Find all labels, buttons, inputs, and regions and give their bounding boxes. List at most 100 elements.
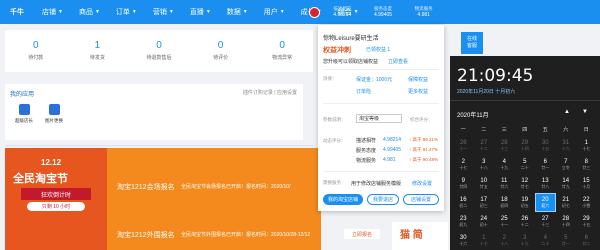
- calendar-day[interactable]: 15 十月: [576, 174, 597, 193]
- order-insurance-link[interactable]: 订单险: [356, 88, 371, 95]
- nav-item-shop[interactable]: 店铺 ▼: [34, 0, 71, 24]
- calendar-day[interactable]: 29 十四: [515, 136, 536, 155]
- top-nav: 千牛 店铺▼ 商品▼ 订单▼ 营销▼ 直播▼ 数据▼ 用户▼ 成长▼ 综合▼: [0, 0, 600, 24]
- calendar-day[interactable]: 10 廿五: [474, 174, 495, 193]
- lunar-date: 十二: [479, 145, 488, 151]
- calendar-day[interactable]: 4 十九: [494, 155, 515, 174]
- calendar-day[interactable]: 26 十一: [453, 136, 474, 155]
- calendar-day[interactable]: 11 廿六: [494, 174, 515, 193]
- stat-pending-payment[interactable]: 0 待付款: [5, 30, 67, 72]
- leave-shop-button[interactable]: 我要退店: [367, 194, 399, 205]
- chevron-down-icon: ▼: [242, 9, 248, 15]
- nav-item-orders[interactable]: 订单 ▼: [108, 0, 145, 24]
- nav-item-data[interactable]: 数据 ▼: [219, 0, 256, 24]
- level-select[interactable]: 淘宝等级: [356, 114, 402, 123]
- calendar-day[interactable]: 18 初四: [494, 193, 515, 212]
- protection-link[interactable]: 保障权益: [408, 76, 428, 83]
- lunar-date: 十二: [520, 221, 529, 227]
- nav-item-users[interactable]: 用户 ▼: [256, 0, 293, 24]
- calendar-day[interactable]: 25 十一: [494, 212, 515, 231]
- online-service-button[interactable]: 在线 客服: [461, 32, 483, 54]
- calendar-day[interactable]: 2 十八: [494, 231, 515, 250]
- apps-settings-links[interactable]: 插件订购记录 | 应用设置: [243, 89, 297, 96]
- nav-item-marketing[interactable]: 营销 ▼: [145, 0, 182, 24]
- my-shop-button[interactable]: 我的淘宝店铺: [323, 194, 363, 205]
- calendar-day-selected[interactable]: 20 初六: [535, 193, 556, 212]
- clock-time: 21:09:45: [457, 66, 534, 86]
- calendar-day[interactable]: 12 廿七: [515, 174, 536, 193]
- calendar-day[interactable]: 31 十六: [556, 136, 577, 155]
- lunar-date: 十六: [561, 145, 570, 151]
- calendar-day[interactable]: 17 初三: [474, 193, 495, 212]
- stat-pending-shipment[interactable]: 1 待发货: [67, 30, 129, 72]
- calendar-day[interactable]: 27 十三: [535, 212, 556, 231]
- dsr-row-label: 服务态度: [356, 148, 377, 154]
- calendar-day[interactable]: 2 十七: [453, 155, 474, 174]
- stat-refund[interactable]: 0 待退款售后: [128, 30, 190, 72]
- calendar-day[interactable]: 28 十四: [556, 212, 577, 231]
- more-benefits-link[interactable]: 更多权益: [408, 88, 428, 95]
- calendar-day[interactable]: 22 小雪: [576, 193, 597, 212]
- calendar-day[interactable]: 24 初十: [474, 212, 495, 231]
- app-icon: [48, 104, 60, 115]
- lunar-date: 廿七: [520, 183, 529, 189]
- stat-pending-review[interactable]: 0 待评价: [190, 30, 252, 72]
- banner-row-name: 淘宝1212外围报名: [117, 232, 175, 239]
- shop-avatar[interactable]: [309, 7, 320, 18]
- calendar-day[interactable]: 5 二十: [515, 155, 536, 174]
- calendar-day[interactable]: 4 二十: [535, 231, 556, 250]
- calendar-day[interactable]: 30 十六: [453, 231, 474, 250]
- calendar-day[interactable]: 9 廿四: [453, 174, 474, 193]
- dsr-row-label: 描述相符: [356, 138, 377, 144]
- calendar-day[interactable]: 7 立冬: [556, 155, 577, 174]
- calendar-day[interactable]: 19 初五: [515, 193, 536, 212]
- calendar-day[interactable]: 6 廿一: [535, 155, 556, 174]
- header-dsr-stats: 描述相符 4.98214 服务态度 4.99405 物流服务 4.981: [322, 0, 444, 24]
- calendar-day[interactable]: 3 十九: [515, 231, 536, 250]
- deposit-link[interactable]: 保证金：1000元: [356, 76, 392, 83]
- calendar-day[interactable]: 3 十八: [474, 155, 495, 174]
- calendar-day[interactable]: 21 初七: [556, 193, 577, 212]
- nav-item-live[interactable]: 直播 ▼: [182, 0, 219, 24]
- view-now-link[interactable]: 立即查看: [388, 58, 408, 65]
- benefits-link[interactable]: 已领权益 1: [366, 46, 390, 53]
- calendar-day[interactable]: 6 廿二: [576, 231, 597, 250]
- calendar-day[interactable]: 29 十五: [576, 212, 597, 231]
- lunar-date: 廿八: [541, 183, 550, 189]
- side-ad-text: 猫 简: [400, 230, 423, 241]
- signup-button[interactable]: 立即报名: [344, 229, 380, 239]
- clock-date-link[interactable]: 2020年11月20日 十月初六: [457, 88, 515, 95]
- lunar-date: 初二: [459, 202, 468, 208]
- calendar-day[interactable]: 1 十七: [474, 231, 495, 250]
- lunar-date: 初五: [520, 202, 529, 208]
- lunar-date: 小雪: [582, 202, 591, 208]
- service-settings-link[interactable]: 修改设置: [412, 180, 432, 187]
- shop-settings-button[interactable]: 店铺设置: [403, 194, 439, 205]
- chevron-down-icon[interactable]: ▼: [582, 109, 588, 115]
- calendar-day[interactable]: 26 十二: [515, 212, 536, 231]
- calendar-day[interactable]: 5 廿一: [556, 231, 577, 250]
- side-ad[interactable]: 猫 简: [392, 222, 448, 250]
- calendar-day[interactable]: 27 十二: [474, 136, 495, 155]
- calendar-day[interactable]: 13 廿八: [535, 174, 556, 193]
- calendar-day[interactable]: 28 十三: [494, 136, 515, 155]
- stat-logistics[interactable]: 0 物流异常: [251, 30, 313, 72]
- lunar-date: 初九: [459, 221, 468, 227]
- lunar-date: 二十: [520, 164, 529, 170]
- app-logo[interactable]: 千牛: [0, 0, 34, 24]
- calendar-day[interactable]: 8 廿三: [576, 155, 597, 174]
- calendar-day[interactable]: 23 初九: [453, 212, 474, 231]
- calendar-day[interactable]: 30 十五: [535, 136, 556, 155]
- lunar-date: 十八: [500, 240, 509, 246]
- help-line-1: 在线: [466, 36, 477, 42]
- chevron-up-icon[interactable]: ▲: [564, 109, 570, 115]
- lunar-date: 十三: [541, 221, 550, 227]
- calendar-day[interactable]: 1 十七: [576, 136, 597, 155]
- calendar-day[interactable]: 16 初二: [453, 193, 474, 212]
- calendar-month[interactable]: 2020年11月: [457, 110, 489, 119]
- nav-item-goods[interactable]: 商品 ▼: [71, 0, 108, 24]
- calendar-day[interactable]: 14 廿九: [556, 174, 577, 193]
- app-super-manager[interactable]: 超级店长: [9, 104, 39, 124]
- app-label: 超级店长: [15, 118, 33, 123]
- app-image-replace[interactable]: 图片更换: [39, 104, 69, 124]
